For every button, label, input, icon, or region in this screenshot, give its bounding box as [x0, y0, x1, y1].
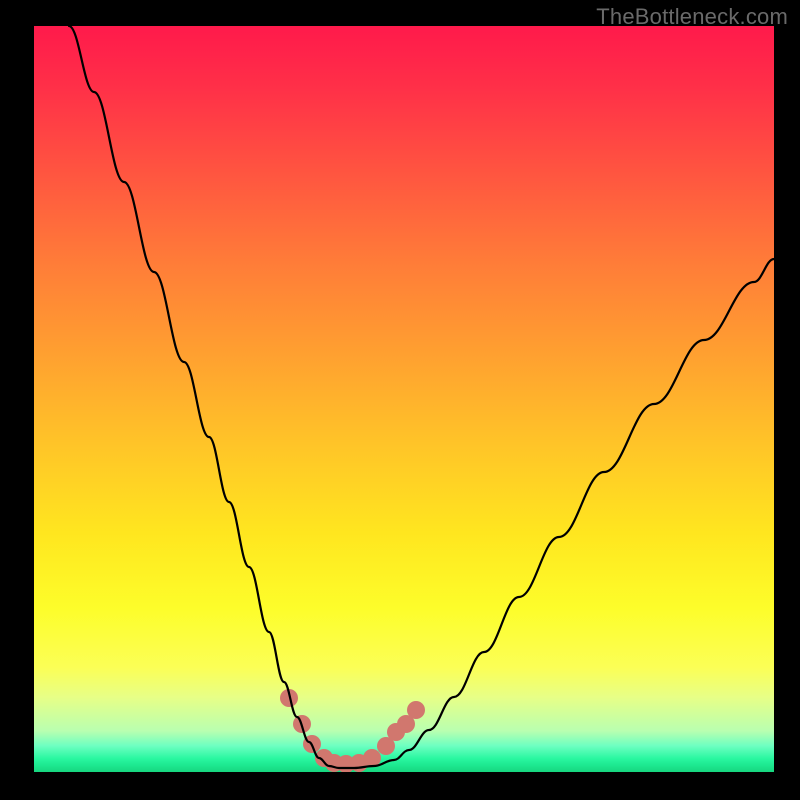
bottleneck-curve-svg [34, 26, 774, 772]
bottleneck-curve [69, 26, 774, 768]
marker-dot [407, 701, 425, 719]
watermark-text: TheBottleneck.com [596, 4, 788, 30]
bottleneck-band-markers [280, 689, 425, 772]
plot-area [34, 26, 774, 772]
chart-frame: TheBottleneck.com [0, 0, 800, 800]
